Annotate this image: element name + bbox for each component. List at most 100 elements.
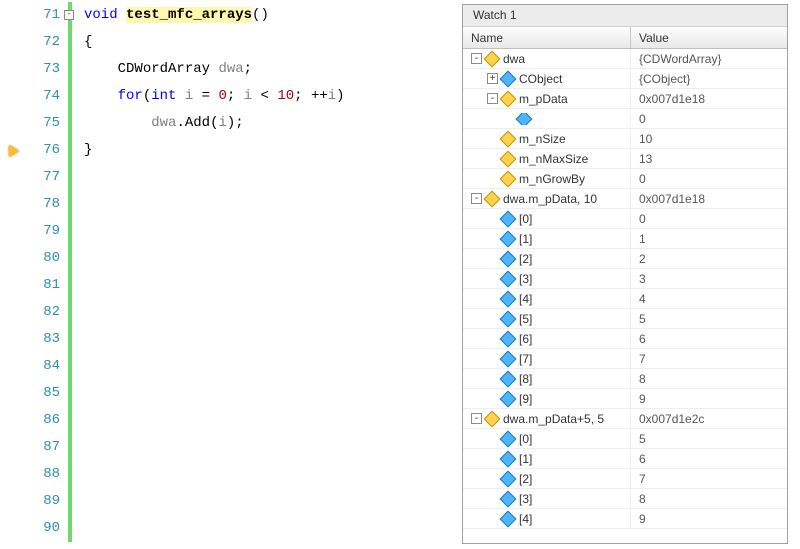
code-line[interactable]: 86 [0, 407, 442, 434]
watch-name-cell[interactable]: [6] [463, 329, 631, 349]
collapse-icon[interactable]: - [471, 193, 482, 204]
fold-gutter[interactable] [64, 164, 78, 191]
watch-row[interactable]: [3]8 [463, 489, 787, 509]
breakpoint-gutter[interactable] [0, 434, 28, 461]
code-text[interactable] [78, 218, 84, 245]
watch-name-cell[interactable]: [9] [463, 389, 631, 409]
watch-row[interactable]: m_nSize10 [463, 129, 787, 149]
fold-gutter[interactable] [64, 326, 78, 353]
code-line[interactable]: 87 [0, 434, 442, 461]
watch-value-cell[interactable]: 0x007d1e18 [631, 89, 787, 109]
fold-gutter[interactable] [64, 434, 78, 461]
watch-row[interactable]: [3]3 [463, 269, 787, 289]
breakpoint-gutter[interactable] [0, 299, 28, 326]
watch-value-cell[interactable]: 0 [631, 169, 787, 189]
code-line[interactable]: 88 [0, 461, 442, 488]
code-text[interactable]: void test_mfc_arrays() [78, 2, 269, 29]
code-line[interactable]: 77 [0, 164, 442, 191]
watch-value-cell[interactable]: 2 [631, 249, 787, 269]
code-text[interactable]: { [78, 29, 92, 56]
watch-row[interactable]: m_nGrowBy0 [463, 169, 787, 189]
code-line[interactable]: 80 [0, 245, 442, 272]
code-text[interactable] [78, 164, 84, 191]
watch-name-cell[interactable]: [0] [463, 209, 631, 229]
watch-row[interactable]: [2]2 [463, 249, 787, 269]
breakpoint-gutter[interactable] [0, 380, 28, 407]
collapse-icon[interactable]: - [471, 53, 482, 64]
column-header-value[interactable]: Value [631, 27, 787, 48]
watch-columns-header[interactable]: Name Value [463, 27, 787, 49]
code-text[interactable] [78, 245, 84, 272]
watch-row[interactable]: [4]4 [463, 289, 787, 309]
breakpoint-gutter[interactable] [0, 2, 28, 29]
fold-gutter[interactable] [64, 29, 78, 56]
fold-toggle-icon[interactable]: - [64, 10, 74, 20]
watch-row[interactable]: [8]8 [463, 369, 787, 389]
code-text[interactable] [78, 434, 84, 461]
fold-gutter[interactable]: - [64, 2, 78, 29]
watch-name-cell[interactable]: [3] [463, 269, 631, 289]
breakpoint-gutter[interactable] [0, 353, 28, 380]
watch-name-cell[interactable]: [3] [463, 489, 631, 509]
watch-row[interactable]: [9]9 [463, 389, 787, 409]
watch-name-cell[interactable]: [1] [463, 449, 631, 469]
watch-row[interactable]: m_nMaxSize13 [463, 149, 787, 169]
code-text[interactable] [78, 407, 84, 434]
code-line[interactable]: 78 [0, 191, 442, 218]
breakpoint-gutter[interactable] [0, 245, 28, 272]
code-line[interactable]: 76} [0, 137, 442, 164]
fold-gutter[interactable] [64, 515, 78, 542]
watch-value-cell[interactable]: 0x007d1e18 [631, 189, 787, 209]
fold-gutter[interactable] [64, 110, 78, 137]
breakpoint-gutter[interactable] [0, 191, 28, 218]
code-line[interactable]: 85 [0, 380, 442, 407]
code-line[interactable]: 71-void test_mfc_arrays() [0, 2, 442, 29]
code-line[interactable]: 75 dwa.Add(i); [0, 110, 442, 137]
watch-value-cell[interactable]: 1 [631, 229, 787, 249]
breakpoint-gutter[interactable] [0, 83, 28, 110]
code-text[interactable]: } [78, 137, 92, 164]
column-header-name[interactable]: Name [463, 27, 631, 48]
code-text[interactable] [78, 272, 84, 299]
breakpoint-gutter[interactable] [0, 326, 28, 353]
watch-value-cell[interactable]: 4 [631, 289, 787, 309]
fold-gutter[interactable] [64, 218, 78, 245]
watch-value-cell[interactable]: 9 [631, 509, 787, 529]
code-text[interactable]: for(int i = 0; i < 10; ++i) [78, 83, 345, 110]
breakpoint-gutter[interactable] [0, 488, 28, 515]
watch-value-cell[interactable]: 0 [631, 109, 787, 129]
watch-value-cell[interactable]: 0x007d1e2c [631, 409, 787, 429]
code-editor[interactable]: 71-void test_mfc_arrays()72{73 CDWordArr… [0, 0, 442, 549]
breakpoint-gutter[interactable] [0, 56, 28, 83]
code-line[interactable]: 79 [0, 218, 442, 245]
watch-value-cell[interactable]: 3 [631, 269, 787, 289]
code-line[interactable]: 73 CDWordArray dwa; [0, 56, 442, 83]
watch-row[interactable]: -dwa.m_pData+5, 50x007d1e2c [463, 409, 787, 429]
breakpoint-gutter[interactable] [0, 461, 28, 488]
watch-value-cell[interactable]: {CDWordArray} [631, 49, 787, 69]
fold-gutter[interactable] [64, 488, 78, 515]
code-line[interactable]: 89 [0, 488, 442, 515]
collapse-icon[interactable]: - [487, 93, 498, 104]
fold-gutter[interactable] [64, 191, 78, 218]
fold-gutter[interactable] [64, 245, 78, 272]
fold-gutter[interactable] [64, 407, 78, 434]
watch-value-cell[interactable]: 5 [631, 429, 787, 449]
code-text[interactable] [78, 380, 84, 407]
watch-value-cell[interactable]: 7 [631, 349, 787, 369]
code-text[interactable]: CDWordArray dwa; [78, 56, 252, 83]
breakpoint-gutter[interactable] [0, 29, 28, 56]
code-line[interactable]: 72{ [0, 29, 442, 56]
fold-gutter[interactable] [64, 272, 78, 299]
watch-name-cell[interactable]: [4] [463, 509, 631, 529]
watch-value-cell[interactable]: 6 [631, 329, 787, 349]
watch-name-cell[interactable]: m_nMaxSize [463, 149, 631, 169]
watch-row[interactable]: -dwa.m_pData, 100x007d1e18 [463, 189, 787, 209]
watch-value-cell[interactable]: 7 [631, 469, 787, 489]
breakpoint-gutter[interactable] [0, 515, 28, 542]
watch-name-cell[interactable]: [2] [463, 469, 631, 489]
fold-gutter[interactable] [64, 380, 78, 407]
watch-value-cell[interactable]: 0 [631, 209, 787, 229]
code-line[interactable]: 74 for(int i = 0; i < 10; ++i) [0, 83, 442, 110]
watch-name-cell[interactable] [463, 113, 631, 125]
